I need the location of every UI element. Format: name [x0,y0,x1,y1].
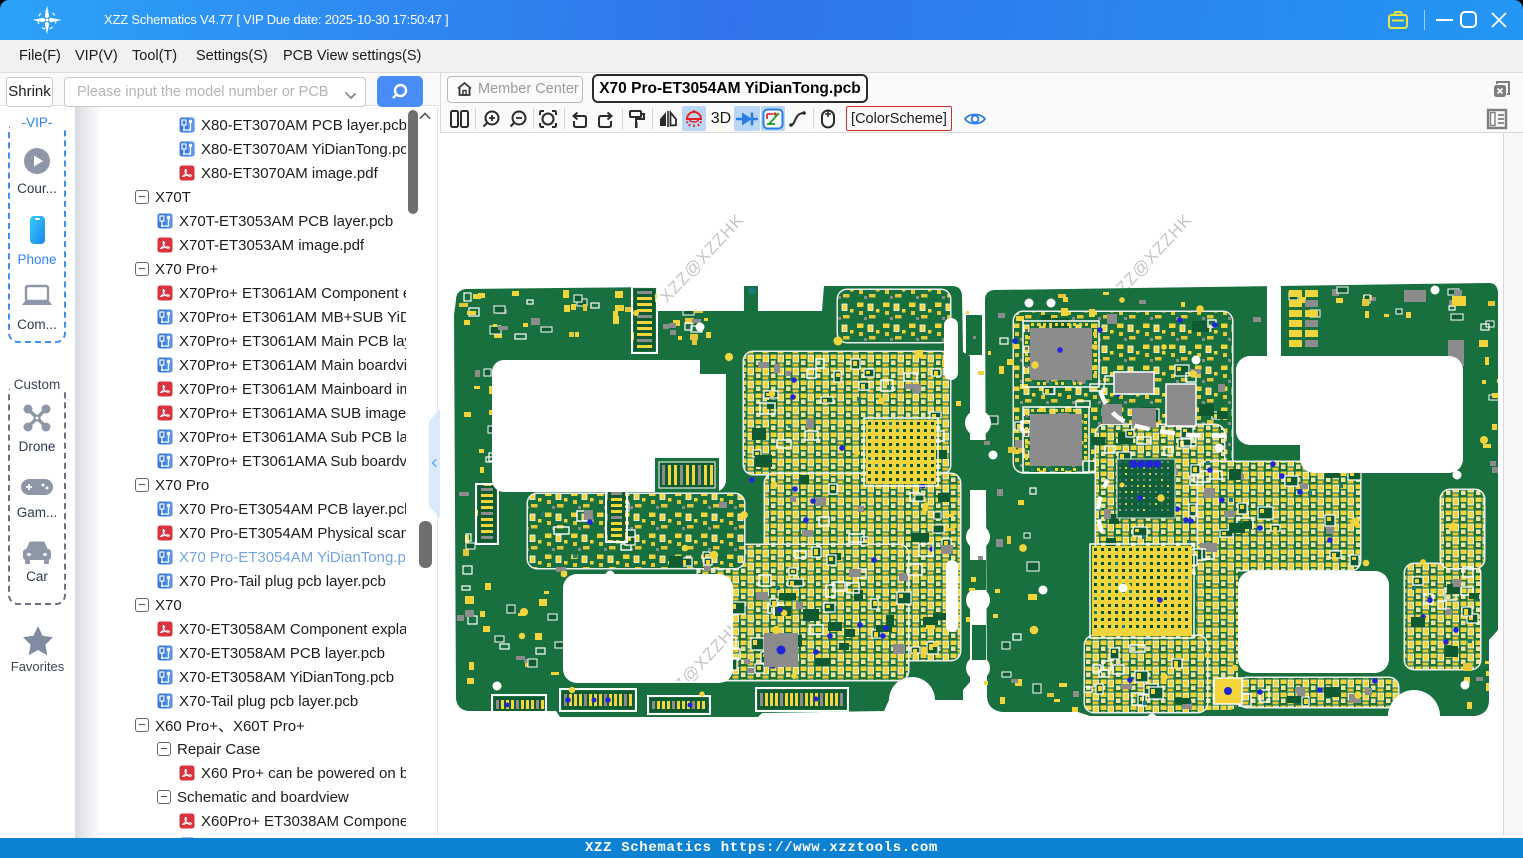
svg-text:XZZ@XZZHK: XZZ@XZZHK [656,210,748,306]
